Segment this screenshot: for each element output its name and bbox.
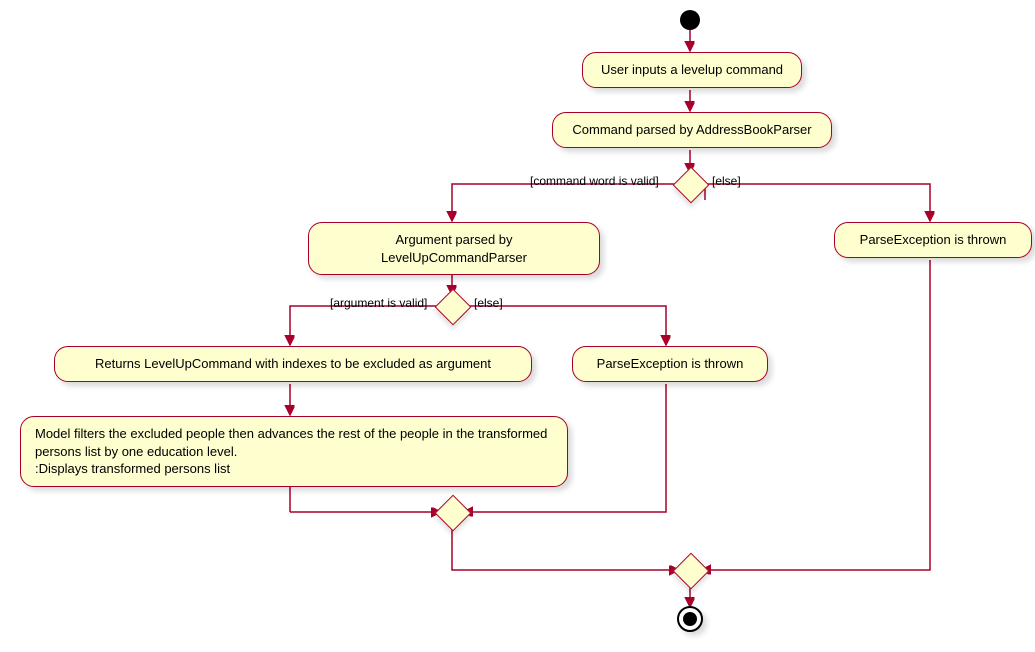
guard-label: [else] bbox=[474, 296, 503, 310]
merge-inner bbox=[435, 495, 472, 532]
node-text: Model filters the excluded people then a… bbox=[35, 426, 547, 476]
node-text: Argument parsed by LevelUpCommandParser bbox=[381, 232, 527, 265]
node-text: ParseException is thrown bbox=[597, 356, 744, 371]
node-text: ParseException is thrown bbox=[860, 232, 1007, 247]
node-model-filter: Model filters the excluded people then a… bbox=[20, 416, 568, 487]
end-node bbox=[677, 606, 703, 632]
start-node bbox=[680, 10, 700, 30]
node-parse-exception-outer: ParseException is thrown bbox=[834, 222, 1032, 258]
node-levelup-parser: Argument parsed by LevelUpCommandParser bbox=[308, 222, 600, 275]
guard-label: [else] bbox=[712, 174, 741, 188]
merge-outer bbox=[673, 553, 710, 590]
node-parse-exception-inner: ParseException is thrown bbox=[572, 346, 768, 382]
guard-label: [command word is valid] bbox=[530, 174, 659, 188]
node-text: Command parsed by AddressBookParser bbox=[572, 122, 811, 137]
node-addressbook-parser: Command parsed by AddressBookParser bbox=[552, 112, 832, 148]
node-returns-command: Returns LevelUpCommand with indexes to b… bbox=[54, 346, 532, 382]
activity-diagram: User inputs a levelup command Command pa… bbox=[0, 0, 1035, 652]
node-text: User inputs a levelup command bbox=[601, 62, 783, 77]
decision-command-word bbox=[673, 167, 710, 204]
decision-argument bbox=[435, 289, 472, 326]
edges-layer bbox=[0, 0, 1035, 652]
node-user-input: User inputs a levelup command bbox=[582, 52, 802, 88]
node-text: Returns LevelUpCommand with indexes to b… bbox=[95, 356, 491, 371]
guard-label: [argument is valid] bbox=[330, 296, 427, 310]
